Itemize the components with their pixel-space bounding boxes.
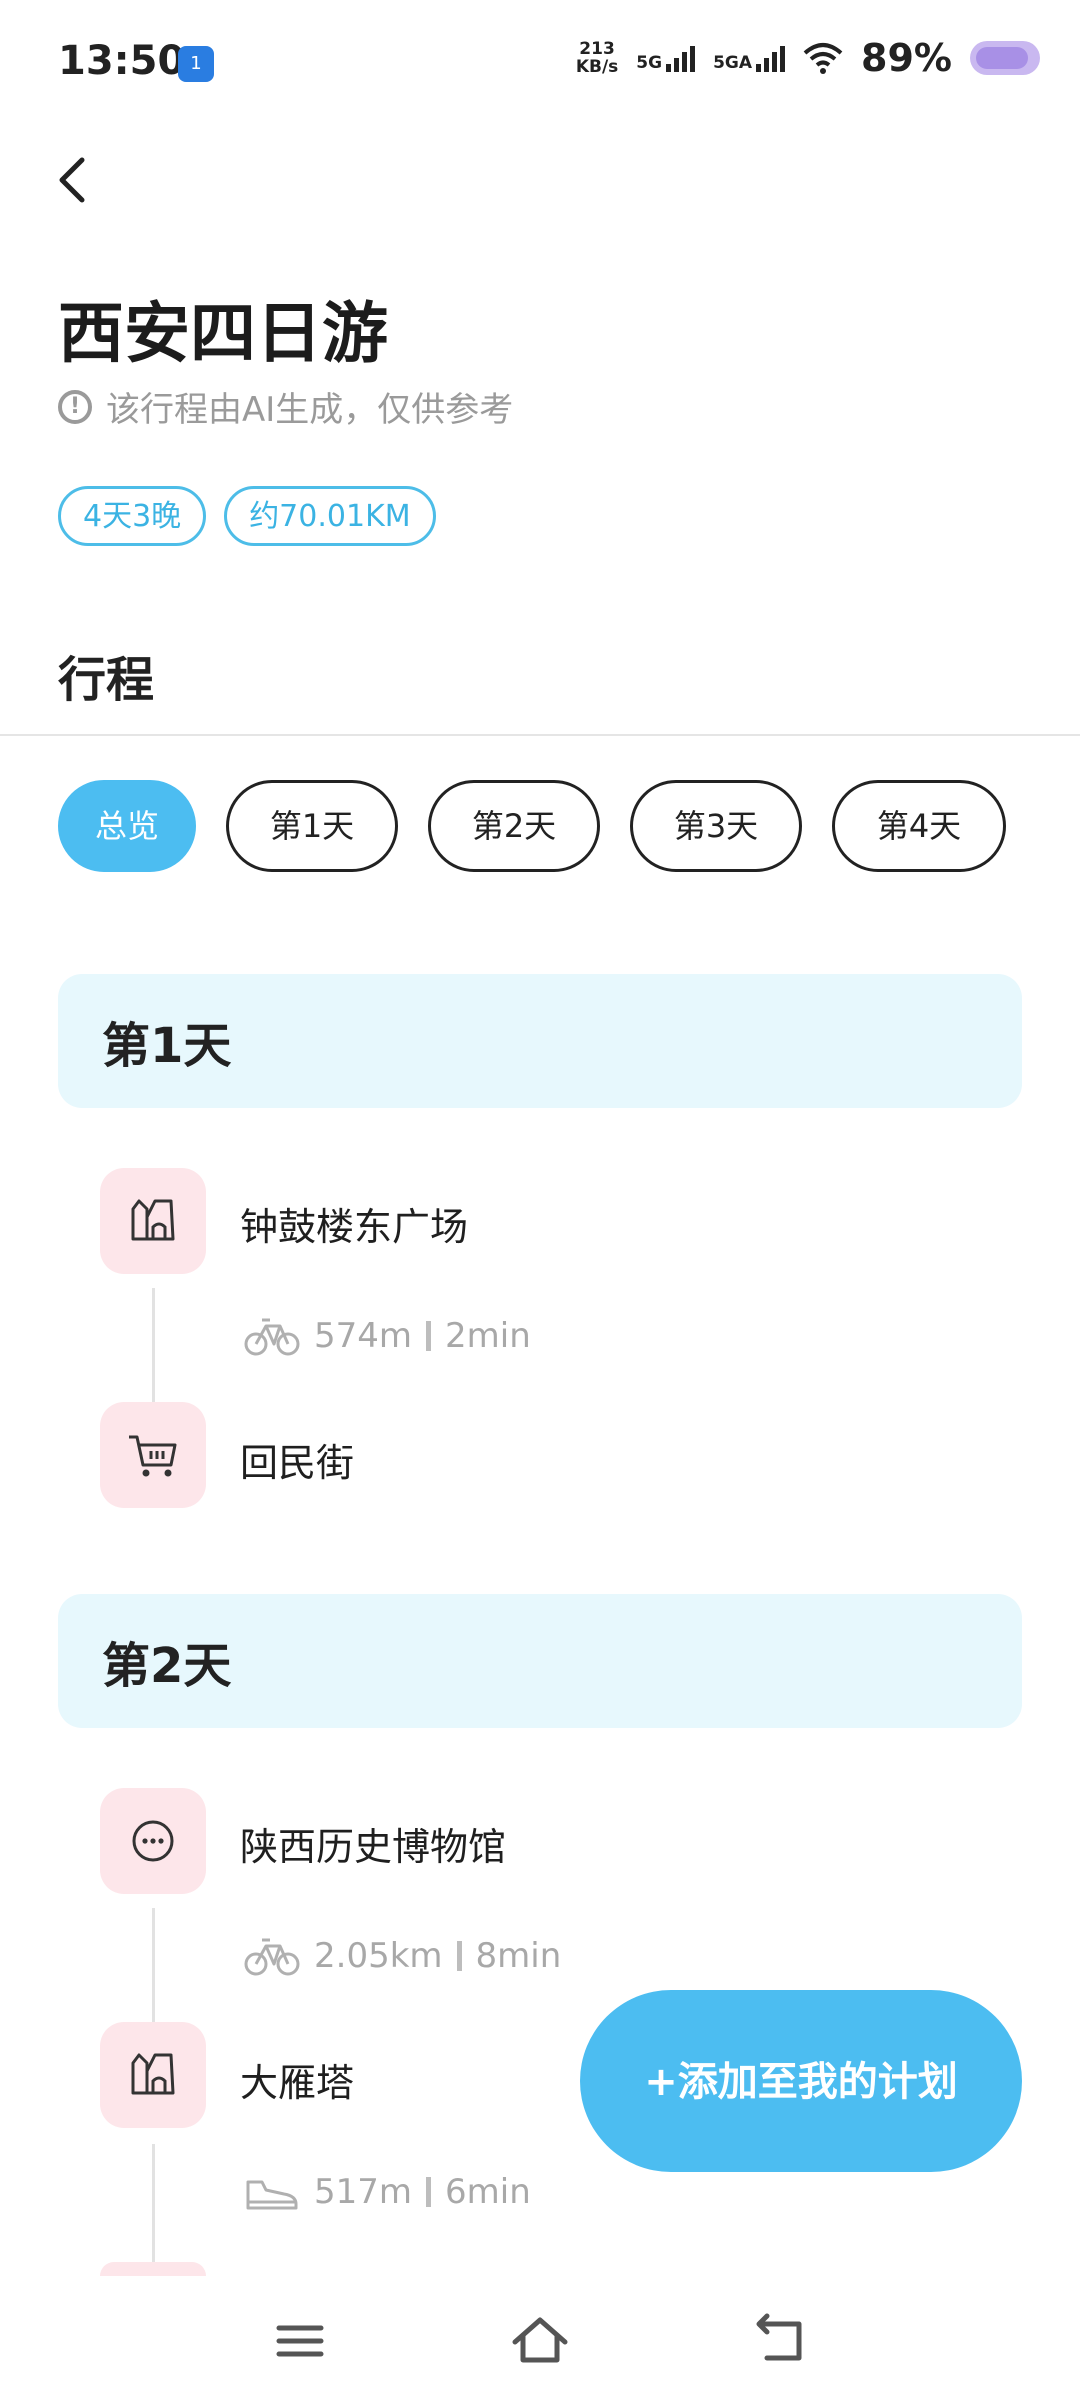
- landmark-icon: [100, 1168, 206, 1274]
- divider: [0, 734, 1080, 736]
- ai-disclaimer: ! 该行程由AI生成，仅供参考: [58, 382, 513, 431]
- duration-tag: 4天3晚: [58, 486, 207, 546]
- home-icon: [512, 2317, 568, 2363]
- status-time: 13:50: [58, 38, 186, 84]
- separator: [426, 2177, 432, 2207]
- tab-day-4[interactable]: 第4天: [832, 780, 1006, 872]
- info-icon: !: [58, 389, 92, 424]
- route-duration: 2min: [445, 1316, 531, 1356]
- route-distance: 2.05km: [314, 1936, 443, 1976]
- next-poi-icon: [100, 2262, 206, 2276]
- separator: [426, 1321, 432, 1351]
- more-dots-icon: [100, 1788, 206, 1894]
- hotspot-notification-icon: 1: [178, 46, 214, 82]
- itinerary-heading: 行程: [58, 652, 155, 708]
- home-button[interactable]: [505, 2306, 575, 2376]
- route-info: 2.05km 8min: [244, 1936, 561, 1976]
- poi-name[interactable]: 大雁塔: [240, 2052, 354, 2107]
- network-speed-value: 213: [579, 39, 615, 59]
- add-to-plan-button[interactable]: +添加至我的计划: [580, 1990, 1022, 2172]
- chevron-left-icon: [59, 157, 85, 203]
- route-connector: [152, 1966, 155, 2022]
- signal-5g: 5G: [636, 44, 696, 73]
- day-card-title: 第1天: [102, 1018, 232, 1074]
- back-nav-button[interactable]: [745, 2306, 815, 2376]
- route-connector: [152, 1288, 155, 1346]
- page-title: 西安四日游: [58, 295, 388, 372]
- route-distance: 574m: [314, 1316, 413, 1356]
- route-connector: [152, 1908, 155, 1966]
- route-duration: 6min: [445, 2172, 531, 2212]
- trip-tags: 4天3晚 约70.01KM: [58, 486, 436, 546]
- separator: [456, 1941, 462, 1971]
- route-distance: 517m: [314, 2172, 413, 2212]
- day-card-1: 第1天: [58, 974, 1022, 1108]
- shopping-cart-icon: [100, 1402, 206, 1508]
- menu-icon: [276, 2325, 324, 2357]
- net2-label: 5GA: [713, 53, 753, 73]
- signal-5ga: 5GA: [713, 44, 786, 73]
- status-bar: 13:50 1 213 KB/s 5G 5GA 89%: [0, 0, 1080, 130]
- route-connector: [152, 1346, 155, 1402]
- poi-name[interactable]: 回民街: [240, 1432, 354, 1487]
- walk-shoe-icon: [246, 2180, 298, 2210]
- tab-overview[interactable]: 总览: [58, 780, 196, 872]
- tab-day-2[interactable]: 第2天: [428, 780, 600, 872]
- wifi-icon: [803, 43, 843, 74]
- battery-icon: [970, 41, 1040, 75]
- tab-day-3[interactable]: 第3天: [630, 780, 802, 872]
- poi-name[interactable]: 钟鼓楼东广场: [240, 1196, 468, 1251]
- bike-icon: [244, 1938, 300, 1976]
- distance-tag: 约70.01KM: [224, 486, 436, 546]
- tab-day-1[interactable]: 第1天: [226, 780, 398, 872]
- bike-icon: [244, 1318, 300, 1356]
- system-nav-bar: [0, 2276, 1080, 2400]
- day-card-2: 第2天: [58, 1594, 1022, 1728]
- landmark-icon: [100, 2022, 206, 2128]
- poi-name[interactable]: 陕西历史博物馆: [240, 1816, 506, 1871]
- route-info: 574m 2min: [244, 1316, 531, 1356]
- network-speed: 213 KB/s: [576, 40, 618, 76]
- net1-label: 5G: [636, 53, 663, 73]
- disclaimer-text: 该行程由AI生成，仅供参考: [106, 390, 514, 430]
- network-speed-unit: KB/s: [575, 57, 619, 77]
- signal-bars-icon: [666, 44, 696, 72]
- route-connector: [152, 2144, 155, 2262]
- menu-button[interactable]: [265, 2306, 335, 2376]
- signal-bars-icon: [756, 44, 786, 72]
- back-button[interactable]: [44, 150, 104, 210]
- route-info: 517m 6min: [244, 2172, 531, 2212]
- battery-percentage: 89%: [861, 36, 952, 80]
- day-tabs: 总览 第1天 第2天 第3天 第4天: [58, 780, 1006, 872]
- day-card-title: 第2天: [102, 1638, 232, 1694]
- route-duration: 8min: [475, 1936, 562, 1976]
- return-icon: [756, 2313, 802, 2361]
